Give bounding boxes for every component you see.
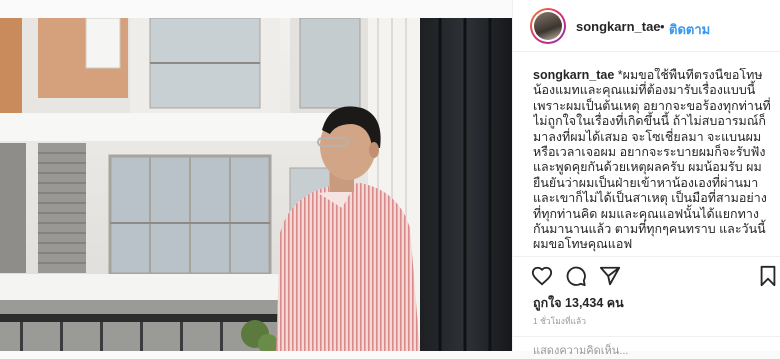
heart-icon[interactable] — [531, 265, 553, 287]
post-caption: songkarn_tae *ผมขอใช้พื้นที่ตรงนี้ขอโทษน… — [533, 68, 775, 254]
caption-username[interactable]: songkarn_tae — [533, 68, 614, 82]
action-bar — [513, 256, 780, 292]
header-separator: • — [660, 19, 665, 34]
post-side-panel: songkarn_tae • ติดตาม songkarn_tae *ผมขอ… — [512, 0, 780, 357]
post-header: songkarn_tae • ติดตาม — [513, 0, 780, 52]
caption-text: *ผมขอใช้พื้นที่ตรงนี้ขอโทษน้องแมทและคุณแ… — [533, 68, 771, 252]
bookmark-icon[interactable] — [757, 265, 779, 287]
avatar-ring — [532, 10, 564, 42]
post-photo-image — [0, 18, 512, 351]
post-photo[interactable] — [0, 18, 512, 351]
instagram-post-window: songkarn_tae • ติดตาม songkarn_tae *ผมขอ… — [0, 0, 780, 357]
follow-button[interactable]: ติดตาม — [669, 19, 710, 40]
add-comment-input[interactable]: แสดงความคิดเห็น... — [513, 336, 780, 357]
share-icon[interactable] — [599, 265, 621, 287]
header-username[interactable]: songkarn_tae — [576, 19, 661, 34]
avatar-image — [534, 12, 562, 40]
likes-count[interactable]: ถูกใจ 13,434 คน — [533, 293, 624, 313]
avatar[interactable] — [530, 8, 566, 44]
comment-icon[interactable] — [565, 265, 587, 287]
post-timestamp: 1 ชั่วโมงที่แล้ว — [533, 316, 587, 326]
